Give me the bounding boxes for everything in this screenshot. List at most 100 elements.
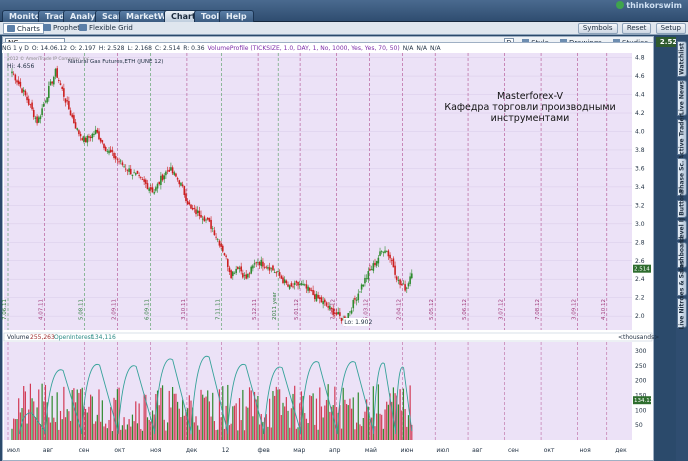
side-tab-live-news[interactable]: Live News [677,80,687,116]
volume-bar [406,426,408,440]
volume-value: 255,263 [30,334,55,341]
candle-body [335,312,338,315]
volume-bar [258,424,261,440]
x-tick-label: мар [293,447,305,454]
candle-body [392,258,395,268]
volume-bar [58,429,60,440]
candle-body [109,149,112,153]
candle-body [220,243,222,247]
volume-bar [320,406,323,440]
candle-body [16,80,18,83]
candle-body [238,267,241,269]
candle-body [51,81,53,84]
date-marker-label: 5.05.12 [429,299,435,320]
volume-bar [69,420,72,440]
candle-body [369,269,371,271]
candle-body [64,98,67,103]
volume-bar [180,417,182,440]
volume-bar [359,424,361,440]
date-marker-label: 3.09.12 [572,299,578,320]
volume-bar [140,429,142,440]
volume-bar [228,425,231,440]
volume-bar [161,385,164,440]
candle-body [295,280,298,283]
candle-body [83,136,85,142]
volume-bar [91,396,93,440]
candle-body [128,168,130,172]
oi-box-label: 134.12 [634,398,653,404]
hi-label: Hi: 4.656 [7,63,34,70]
volume-bar [280,415,282,440]
volume-bar [322,417,324,440]
chart-canvas[interactable]: 4.8 4.6 4.4 4.2 4.0 3.8 3.6 3.4 3.2 3.0 2.8 2.6 2.4 2… [0,0,688,461]
volume-bar [344,399,346,440]
x-tick-label: сен [79,447,90,454]
candle-body [287,284,289,287]
volume-bar [197,425,199,440]
candle-body [298,284,301,285]
candle-body [305,284,308,289]
candle-body [191,207,194,210]
volume-bar [339,405,341,440]
candle-body [226,259,229,267]
side-tab-times-sales[interactable]: Times & Sales [677,260,687,307]
candle-body [180,182,182,186]
candle-body [27,98,30,105]
volume-bar [232,406,234,440]
candle-body [81,138,84,141]
x-tick-label: окт [544,447,555,454]
volume-bar [379,413,381,440]
volume-bar [386,401,388,440]
volume-bar [272,391,274,440]
volume-bar [397,404,400,440]
candle-body [411,273,413,279]
volume-bar [233,405,236,440]
side-tab-active-trader[interactable]: Active Trader [677,115,687,159]
candle-body [119,160,122,162]
volume-bar [203,397,205,440]
volume-bar [130,426,132,440]
candle-body [12,73,15,75]
volume-bar [111,431,113,440]
candle-body [19,81,22,87]
candle-body [252,265,254,269]
candle-body [275,272,278,274]
candle-body [352,299,355,309]
candle-body [48,85,50,99]
volume-bar [376,413,378,440]
candle-body [44,101,47,103]
candle-body [146,183,149,190]
volume-bar [36,407,38,440]
volume-bar [16,419,18,440]
candle-body [17,80,20,84]
volume-bar [265,414,267,440]
side-tab-watchlist[interactable]: Watchlist [677,41,687,77]
volume-bar [128,419,130,440]
volume-bar [325,399,328,440]
side-tab-big-buttons[interactable]: Big Buttons [677,189,687,229]
side-tab-label: Live News [678,80,686,116]
candle-body [394,265,396,275]
candle-body [69,110,72,116]
volume-bar [275,386,277,440]
candle-body [156,183,159,189]
candle-body [359,291,361,293]
candle-body [332,308,334,315]
candle-body [210,219,212,229]
candle-body [263,266,266,268]
volume-bar [317,429,319,440]
volume-bar [136,423,139,440]
candle-body [362,284,365,287]
side-tab-live-nitro[interactable]: Live Nitro [677,297,687,329]
candle-body [354,298,356,300]
volume-bar [202,394,204,440]
candle-body [318,297,321,300]
volume-bar [208,401,210,440]
x-tick-label: сен [508,447,519,454]
volume-bar [38,389,40,440]
volume-bar [133,421,135,440]
candle-body [322,301,324,305]
side-tab-label: Active Trader [678,114,686,160]
volume-bar [362,417,364,440]
volume-bar [297,427,299,440]
